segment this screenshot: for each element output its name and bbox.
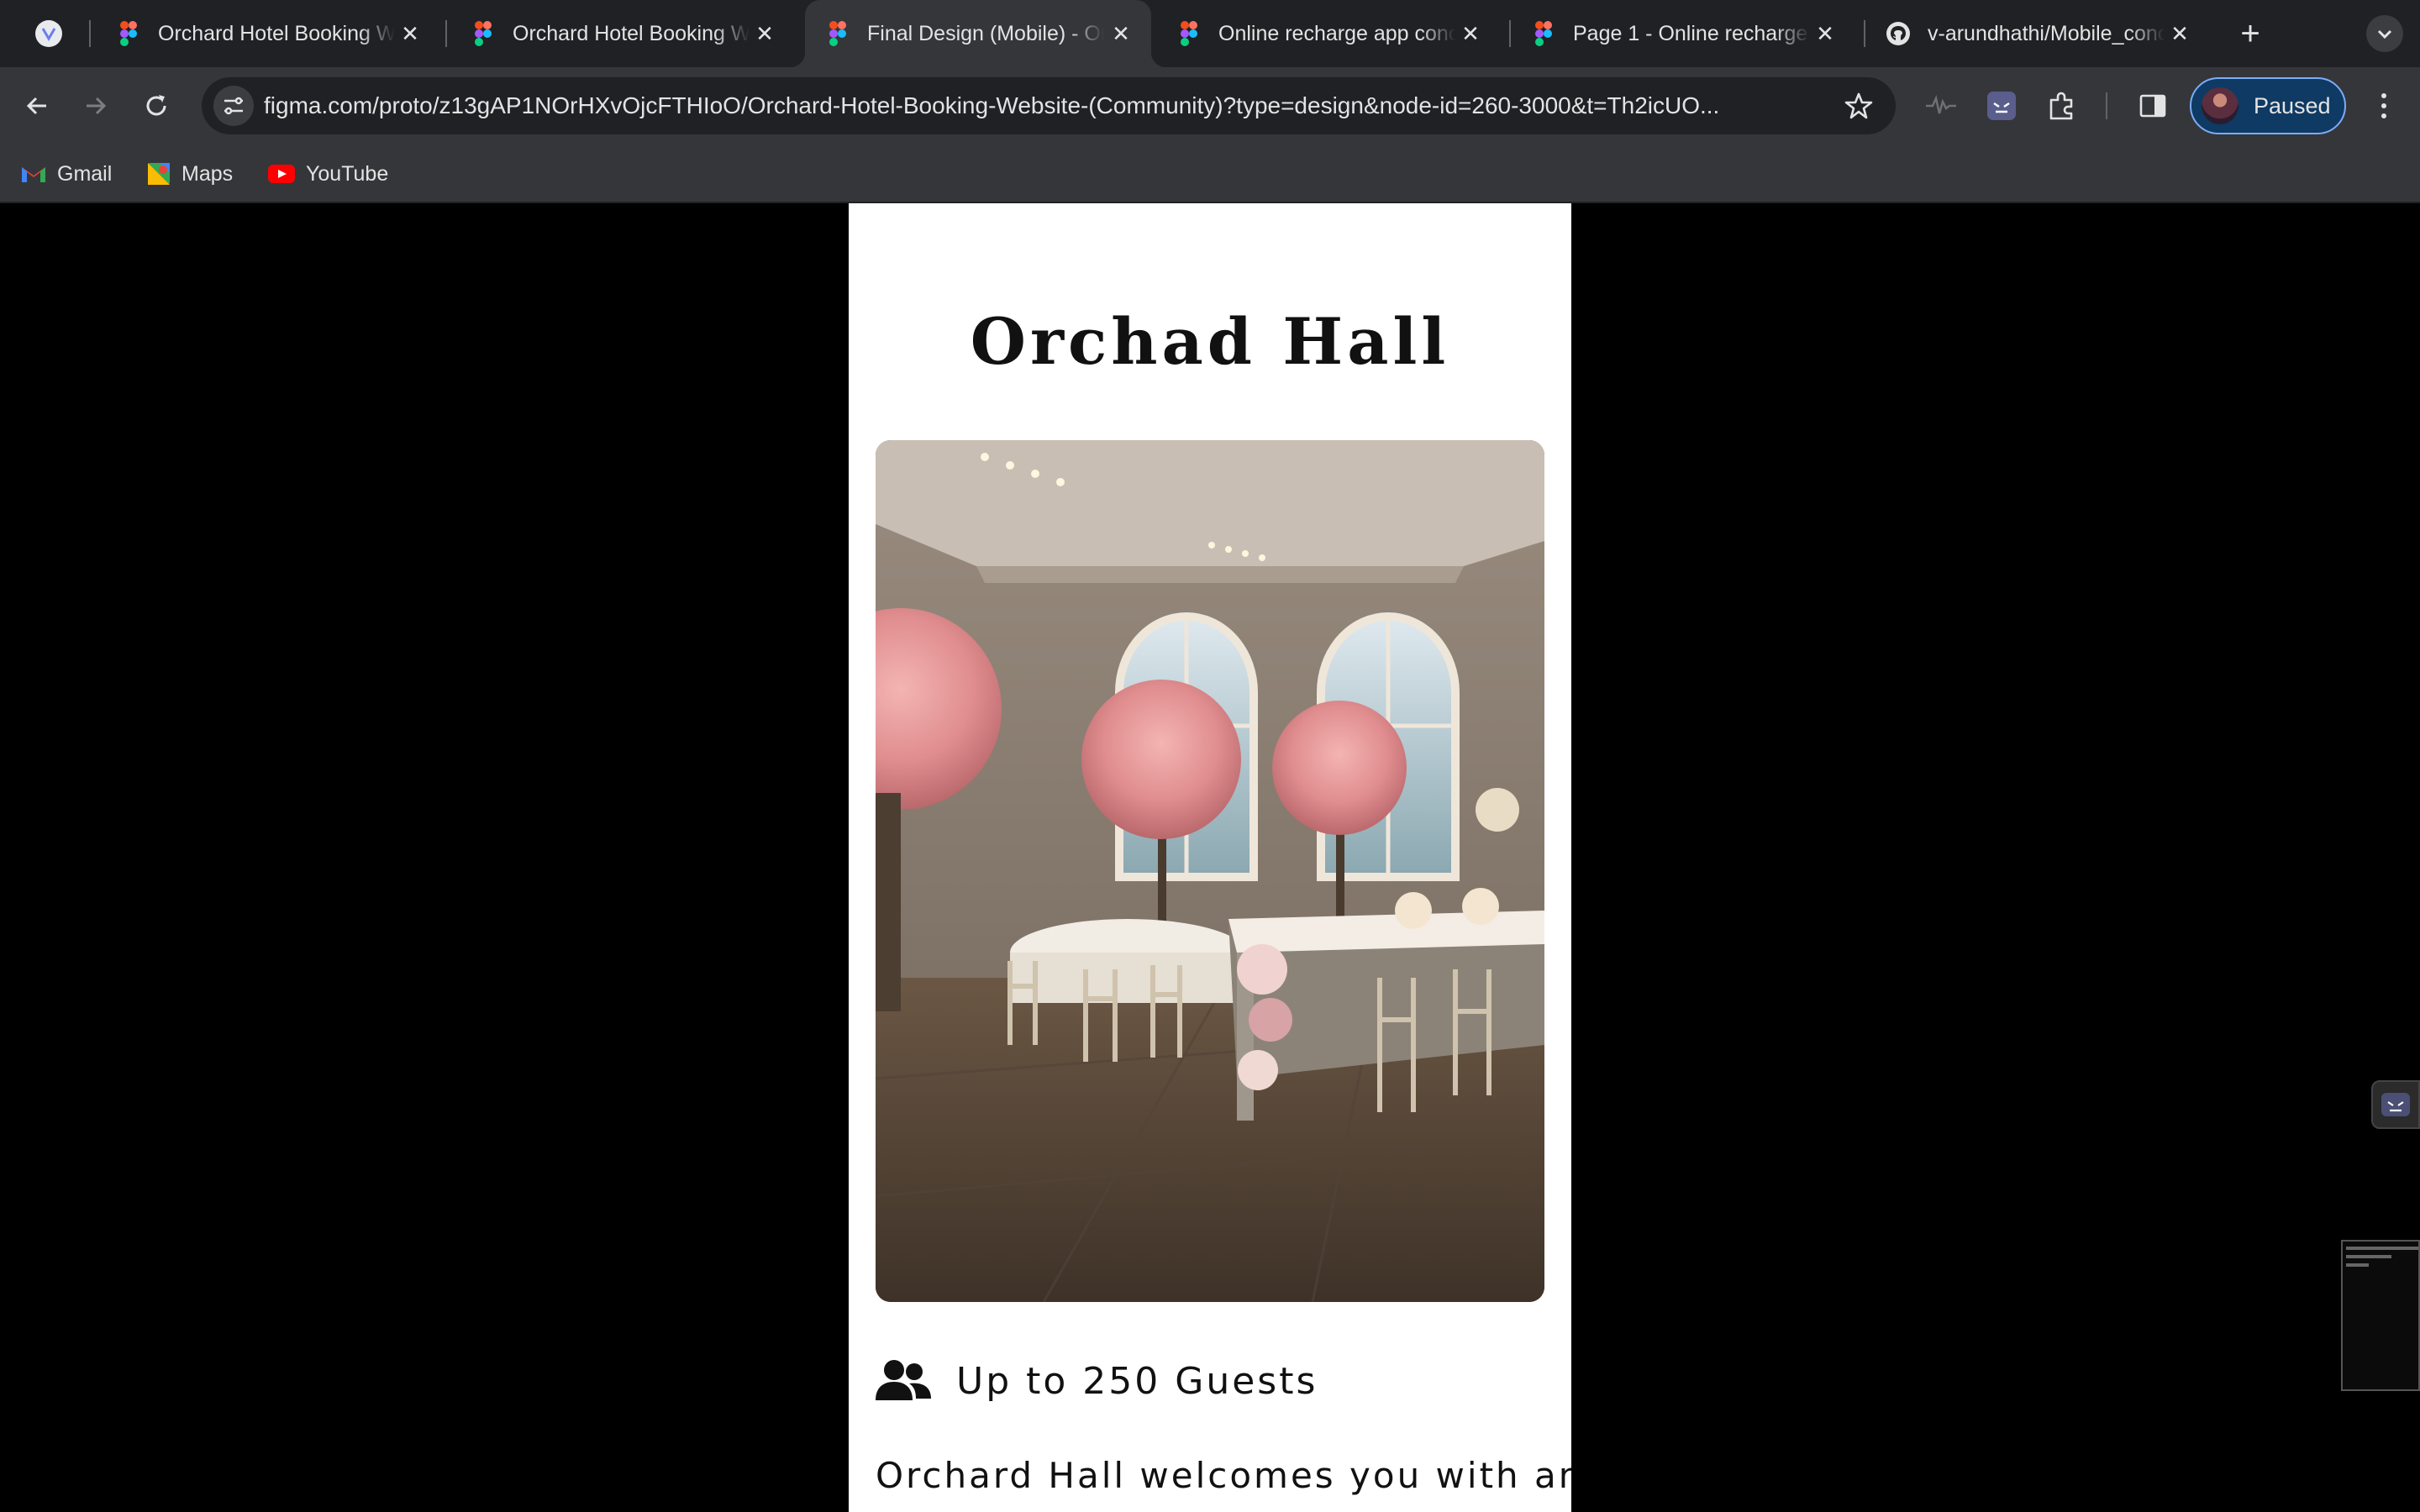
- close-icon[interactable]: ✕: [398, 22, 422, 45]
- profile-status: Paused: [2254, 92, 2331, 118]
- picture-in-picture-thumbnail[interactable]: [2341, 1240, 2420, 1391]
- figma-icon: [1181, 21, 1197, 46]
- close-icon[interactable]: ✕: [1109, 22, 1133, 45]
- close-icon[interactable]: ✕: [753, 22, 776, 45]
- bookmark-maps[interactable]: Maps: [146, 158, 233, 190]
- tab-search-button[interactable]: [2366, 15, 2403, 52]
- extension-side-widget[interactable]: [2371, 1080, 2420, 1129]
- tab-title: v-arundhathi/Mobile_concept: [1928, 21, 2165, 45]
- tune-icon: [224, 97, 243, 115]
- new-tab-button[interactable]: +: [2232, 15, 2269, 52]
- extension-app-icon[interactable]: [1983, 87, 2020, 124]
- side-panel-icon[interactable]: [2134, 87, 2171, 124]
- maps-icon: [148, 163, 170, 185]
- tab-3-active[interactable]: Final Design (Mobile) - Orchard Hotel ✕: [790, 0, 1166, 67]
- side-panel-icon-graphic: [2139, 94, 2166, 118]
- puzzle-icon: [2049, 92, 2073, 120]
- tab-1[interactable]: Orchard Hotel Booking Website (Community…: [96, 0, 440, 67]
- arrow-left-icon: [26, 97, 46, 115]
- site-info-button[interactable]: [213, 86, 254, 126]
- page-title: Orchad Hall: [970, 304, 1450, 379]
- chevron-down-icon: [2377, 29, 2392, 39]
- figma-icon: [1535, 21, 1552, 46]
- figma-icon: [829, 21, 846, 46]
- hall-photo-graphic: [876, 440, 1544, 1302]
- bookmark-label: YouTube: [306, 161, 389, 186]
- tab-title: Final Design (Mobile) - Orchard Hotel: [867, 21, 1104, 45]
- reload-button[interactable]: [134, 84, 178, 128]
- tab-strip: Orchard Hotel Booking Website (Community…: [0, 0, 2420, 67]
- mobile-frame: Orchad Hall Up to 250 Guests Orchard Hal…: [849, 203, 1571, 1512]
- close-icon[interactable]: ✕: [1459, 22, 1482, 45]
- tab-2[interactable]: Orchard Hotel Booking Website (Community…: [450, 0, 795, 67]
- tab-separator: [445, 20, 447, 47]
- avatar: [2202, 87, 2238, 124]
- bookmark-gmail[interactable]: Gmail: [20, 158, 112, 190]
- pinned-tab[interactable]: [34, 18, 64, 49]
- audio-wave-icon[interactable]: [1923, 87, 1960, 124]
- reload-icon: [146, 95, 166, 116]
- close-icon[interactable]: ✕: [1813, 22, 1837, 45]
- tab-title: Page 1 - Online recharge app: [1573, 21, 1810, 45]
- gmail-icon: [22, 167, 45, 182]
- tab-title: Orchard Hotel Booking Website (Community…: [513, 21, 750, 45]
- youtube-icon: [268, 165, 295, 183]
- figma-icon: [120, 21, 137, 46]
- guest-capacity-text: Up to 250 Guests: [956, 1359, 1318, 1403]
- extensions-puzzle-icon[interactable]: [2044, 87, 2081, 124]
- bookmark-star-icon[interactable]: [1844, 91, 1874, 121]
- toolbar-divider: [2106, 92, 2107, 119]
- hall-description: Orchard Hall welcomes you with an: [876, 1455, 1571, 1496]
- tab-title: Orchard Hotel Booking Website (Community…: [158, 21, 395, 45]
- tab-4[interactable]: Online recharge app concept ✕: [1156, 0, 1501, 67]
- bookmark-youtube[interactable]: YouTube: [267, 158, 388, 190]
- extension-app-icon-graphic: [1987, 92, 2016, 120]
- extension-app-icon: [2381, 1093, 2410, 1116]
- guest-capacity: Up to 250 Guests: [876, 1356, 1318, 1406]
- tab-5[interactable]: Page 1 - Online recharge app ✕: [1511, 0, 1855, 67]
- back-button[interactable]: [15, 84, 59, 128]
- menu-kebab-icon[interactable]: [2370, 87, 2398, 124]
- bookmark-label: Maps: [182, 161, 234, 186]
- hall-photo: [876, 440, 1544, 1302]
- close-icon[interactable]: ✕: [2168, 22, 2191, 45]
- address-bar[interactable]: figma.com/proto/z13gAP1NOrHXvOjcFTHIoO/O…: [202, 77, 1896, 134]
- tab-separator: [89, 20, 91, 47]
- url-text[interactable]: figma.com/proto/z13gAP1NOrHXvOjcFTHIoO/O…: [264, 77, 1860, 134]
- forward-button[interactable]: [74, 84, 118, 128]
- users-icon: [876, 1360, 931, 1400]
- pinned-app-icon: [35, 20, 62, 47]
- audio-wave-icon-graphic: [1926, 95, 1956, 114]
- profile-button[interactable]: Paused: [2190, 77, 2346, 134]
- tab-title: Online recharge app concept: [1218, 21, 1455, 45]
- prototype-viewport: Orchad Hall Up to 250 Guests Orchard Hal…: [0, 203, 2420, 1512]
- bookmark-label: Gmail: [57, 161, 113, 186]
- github-icon: [1886, 22, 1910, 45]
- tab-6[interactable]: v-arundhathi/Mobile_concept ✕: [1865, 0, 2210, 67]
- figma-icon: [475, 21, 492, 46]
- arrow-right-icon: [87, 97, 107, 115]
- bookmarks-bar: Gmail Maps YouTube: [0, 144, 2420, 203]
